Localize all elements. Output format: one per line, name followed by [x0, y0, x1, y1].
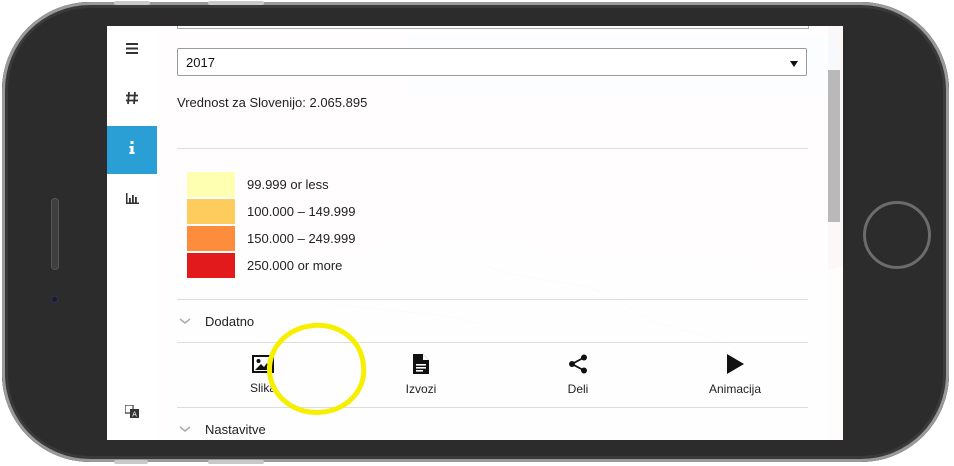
section-dodatno-label: Dodatno — [205, 313, 255, 329]
hash-icon — [125, 91, 139, 110]
section-nastavitve[interactable]: Nastavitve — [177, 418, 266, 440]
phone-side-button — [114, 460, 148, 464]
legend-label: 100.000 – 149.999 — [247, 204, 356, 219]
animacija-button[interactable]: Animacija — [680, 343, 790, 407]
bar-chart-icon — [125, 191, 139, 209]
deli-button[interactable]: Deli — [523, 343, 633, 407]
divider — [177, 407, 808, 408]
phone-home-button[interactable] — [863, 201, 931, 269]
share-icon — [568, 354, 588, 382]
sidebar-item-menu[interactable] — [107, 26, 157, 74]
translate-icon: A — [124, 404, 139, 423]
legend-item: 250.000 or more — [187, 252, 355, 279]
phone-side-button — [114, 1, 150, 5]
section-dodatno[interactable]: Dodatno — [177, 310, 254, 332]
legend-label: 250.000 or more — [247, 258, 343, 273]
phone-speaker — [51, 198, 59, 270]
scrollbar-thumb[interactable] — [828, 70, 840, 222]
chevron-down-icon — [177, 424, 193, 435]
legend-swatch — [187, 199, 235, 224]
legend-item: 150.000 – 249.999 — [187, 225, 355, 252]
year-select[interactable]: 2017 — [177, 48, 807, 76]
top-field[interactable] — [177, 26, 809, 29]
info-panel: 2017 Vrednost za Slovenijo: 2.065.895 99… — [157, 26, 828, 440]
legend: 99.999 or less 100.000 – 149.999 150.000… — [187, 171, 355, 279]
info-icon — [129, 141, 135, 159]
legend-item: 99.999 or less — [187, 171, 355, 198]
legend-item: 100.000 – 149.999 — [187, 198, 355, 225]
menu-icon — [126, 41, 138, 59]
deli-label: Deli — [567, 382, 589, 396]
izvozi-label: Izvozi — [405, 382, 437, 396]
divider — [177, 299, 808, 300]
section-nastavitve-label: Nastavitve — [205, 421, 266, 437]
legend-swatch — [187, 253, 235, 278]
svg-text:A: A — [132, 411, 137, 419]
play-icon — [726, 354, 744, 382]
slovenia-value-text: Vrednost za Slovenijo: 2.065.895 — [177, 95, 368, 110]
legend-label: 150.000 – 249.999 — [247, 231, 356, 246]
sidebar-item-translate[interactable]: A — [107, 390, 157, 438]
sidebar-item-chart[interactable] — [107, 176, 157, 224]
legend-swatch — [187, 172, 235, 197]
legend-swatch — [187, 226, 235, 251]
sidebar: A — [107, 26, 158, 440]
chevron-down-icon — [177, 316, 193, 327]
legend-label: 99.999 or less — [247, 177, 329, 192]
document-icon — [413, 354, 429, 382]
app-screen: A 2017 Vrednost za Slovenijo: 2.065.895 … — [107, 26, 843, 440]
sidebar-item-hash[interactable] — [107, 76, 157, 124]
divider — [177, 148, 808, 149]
dropdown-arrow-icon — [790, 55, 798, 70]
animacija-label: Animacija — [708, 382, 762, 396]
phone-volume-button — [208, 460, 264, 464]
phone-volume-button — [208, 1, 264, 5]
sidebar-item-info[interactable] — [107, 126, 157, 174]
izvozi-button[interactable]: Izvozi — [366, 343, 476, 407]
phone-camera — [50, 295, 59, 304]
year-select-value: 2017 — [186, 54, 215, 70]
